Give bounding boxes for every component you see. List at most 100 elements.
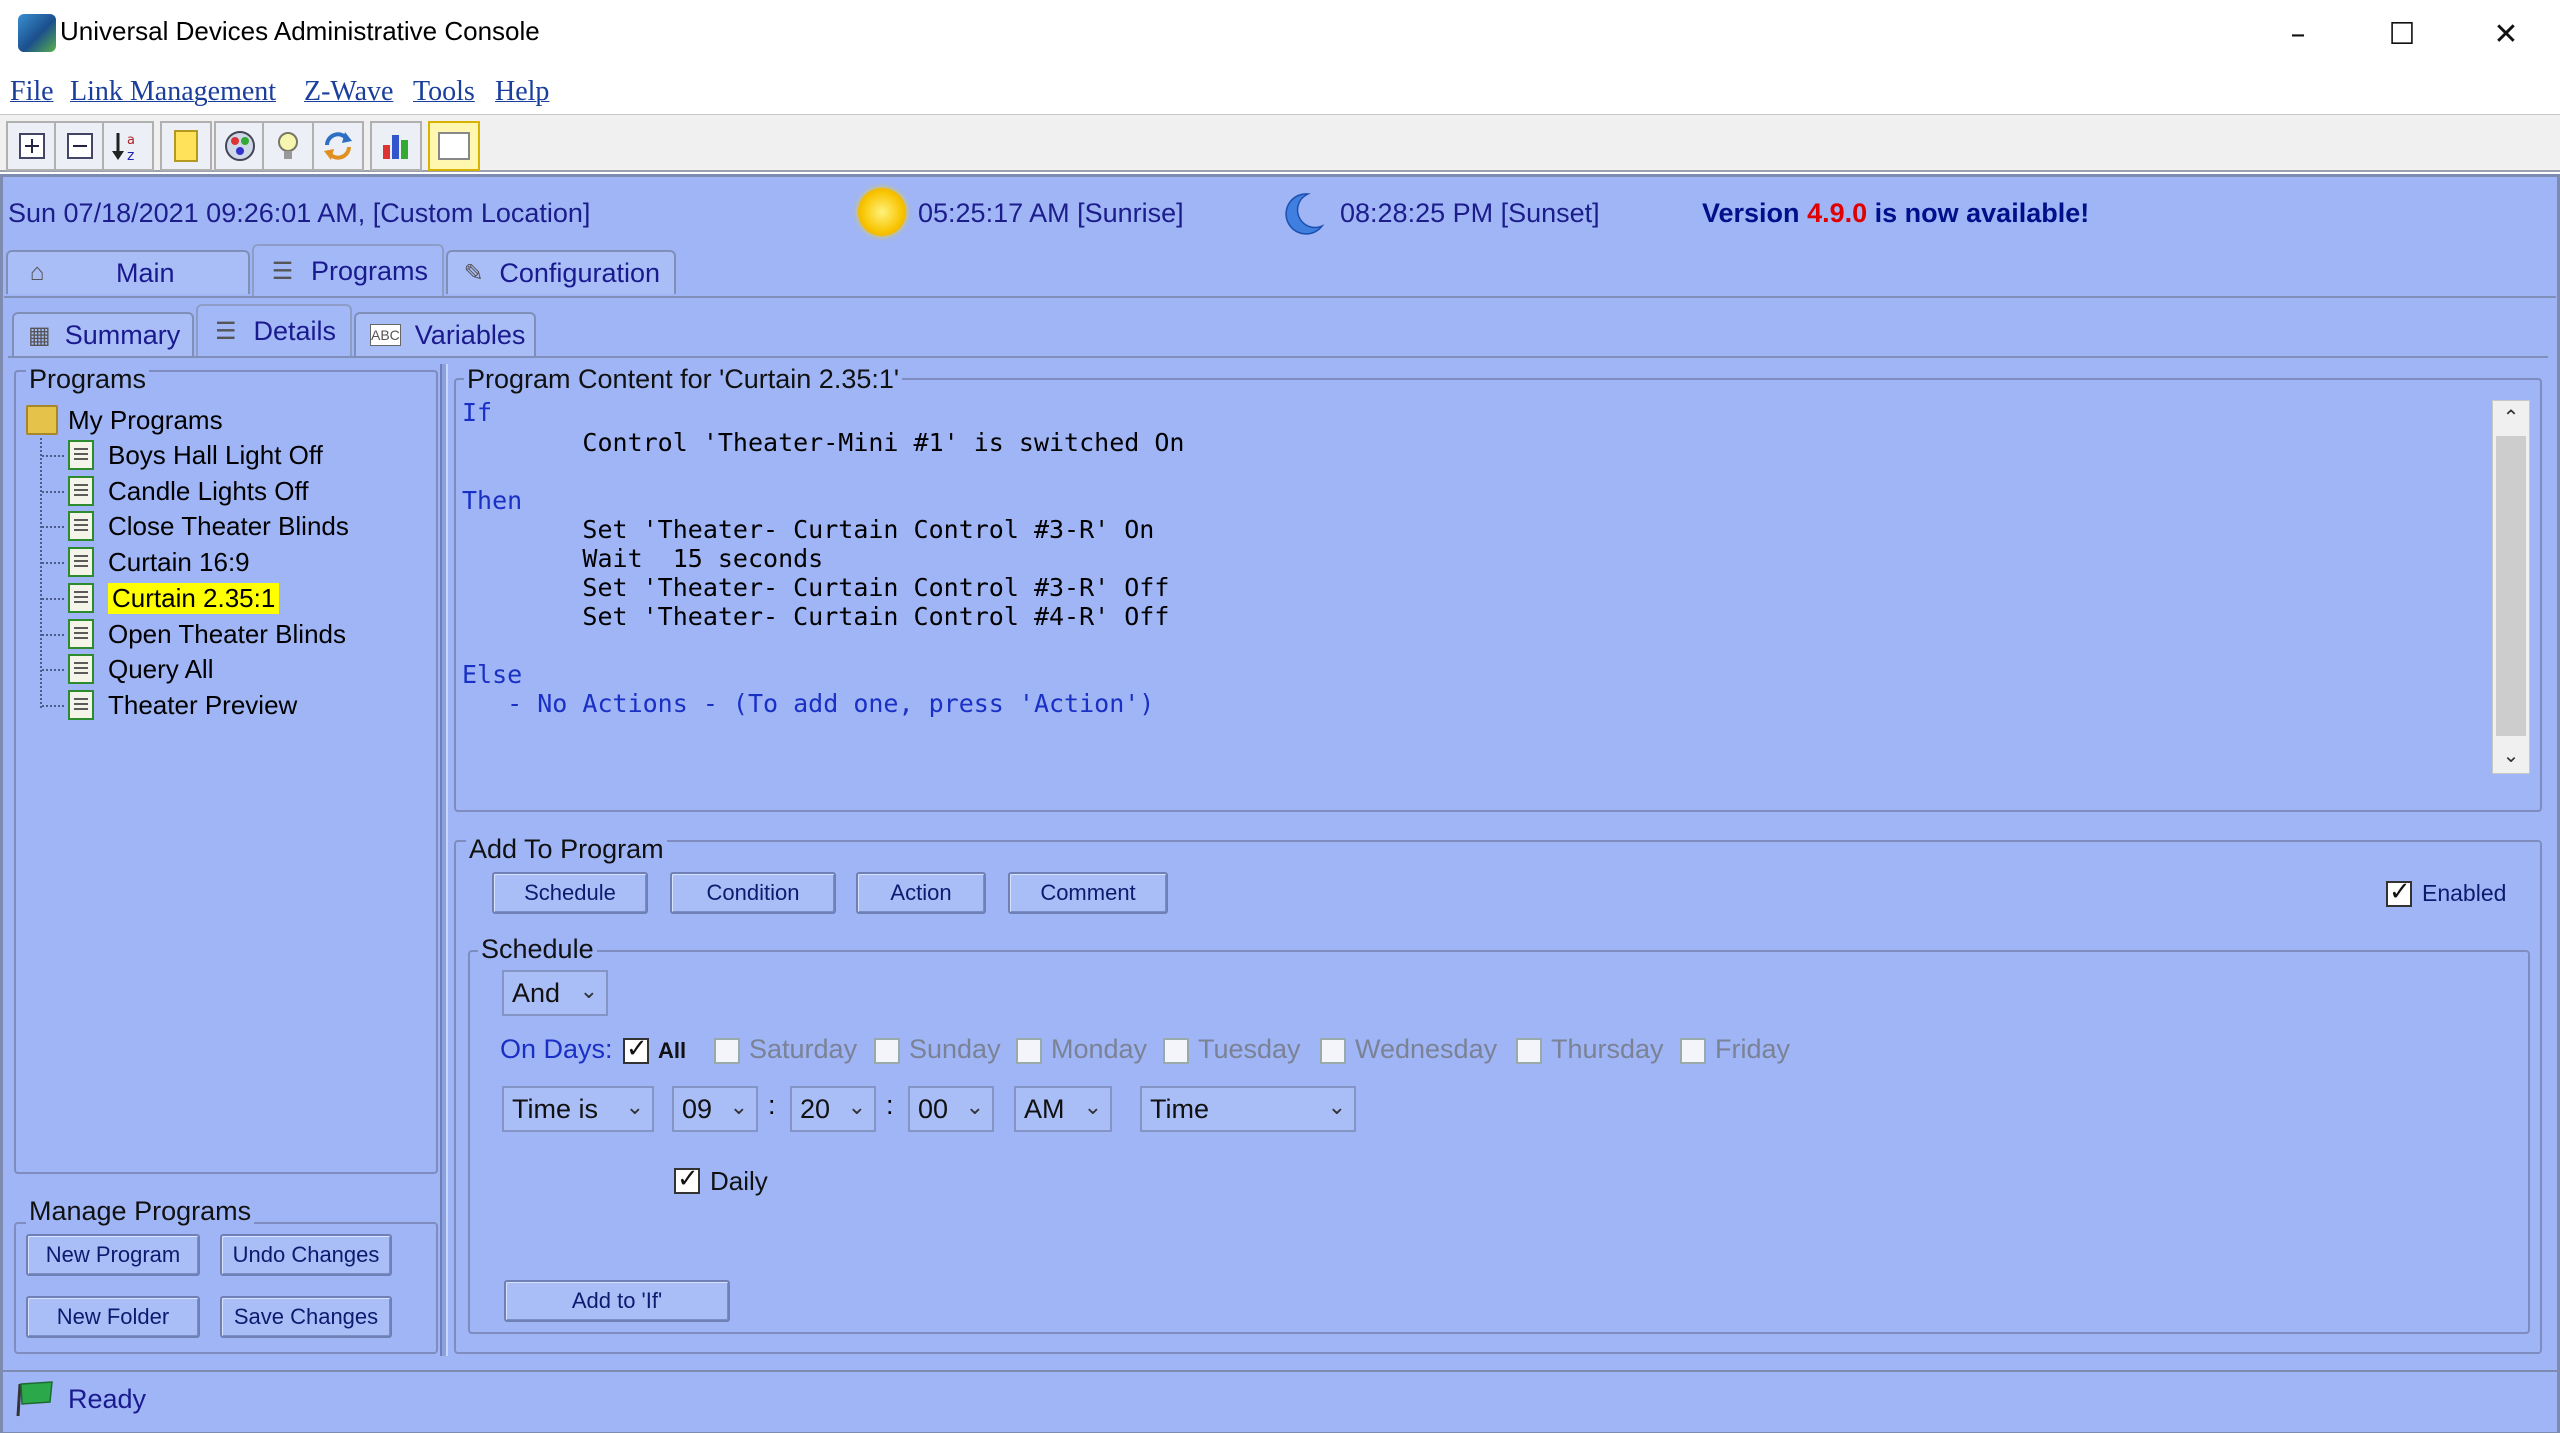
enabled-label: Enabled xyxy=(2422,880,2507,906)
current-datetime: Sun 07/18/2021 09:26:01 AM, [Custom Loca… xyxy=(8,198,591,228)
code-action-line: Wait 15 seconds xyxy=(462,544,824,573)
program-icon xyxy=(68,654,94,684)
minute-select[interactable]: 20 ⌄ xyxy=(790,1086,876,1132)
status-bar xyxy=(3,1370,2557,1432)
menu-help[interactable]: Help xyxy=(495,76,549,108)
add-condition-button[interactable]: Condition xyxy=(670,872,836,914)
tab-details[interactable]: ☰ Details xyxy=(196,304,352,356)
monday-label: Monday xyxy=(1051,1034,1148,1064)
sunday-checkbox[interactable] xyxy=(874,1038,900,1064)
chevron-down-icon: ⌄ xyxy=(847,1094,866,1119)
panel-splitter[interactable] xyxy=(440,364,448,1356)
tree-connector xyxy=(42,526,64,528)
tree-folder-my-programs[interactable]: My Programs xyxy=(26,403,223,437)
program-icon xyxy=(68,547,94,577)
thursday-checkbox[interactable] xyxy=(1516,1038,1542,1064)
sun-icon xyxy=(858,188,906,236)
scroll-down-icon[interactable]: ⌄ xyxy=(2498,742,2524,768)
tab-variables[interactable]: ABC Variables xyxy=(354,312,536,356)
scrollbar-thumb[interactable] xyxy=(2496,436,2526,736)
program-icon xyxy=(68,583,94,613)
minimize-button[interactable]: – xyxy=(2246,0,2350,68)
all-days-label: All xyxy=(658,1038,687,1063)
tree-item[interactable]: Close Theater Blinds xyxy=(68,509,349,543)
ampm-select[interactable]: AM ⌄ xyxy=(1014,1086,1112,1132)
tab-configuration[interactable]: ✎ Configuration xyxy=(446,250,676,294)
note-icon[interactable] xyxy=(160,121,212,171)
new-program-button[interactable]: New Program xyxy=(26,1234,200,1276)
tree-connector xyxy=(42,562,64,564)
logic-select[interactable]: And ⌄ xyxy=(502,970,608,1016)
sunrise-time: 05:25:17 AM [Sunrise] xyxy=(918,198,1184,228)
add-action-button[interactable]: Action xyxy=(856,872,986,914)
tree-item[interactable]: Curtain 16:9 xyxy=(68,545,250,579)
time-mode-select[interactable]: Time is ⌄ xyxy=(502,1086,654,1132)
monday-checkbox[interactable] xyxy=(1016,1038,1042,1064)
tab-configuration-label: Configuration xyxy=(499,257,660,288)
manage-programs-label: Manage Programs xyxy=(26,1196,255,1227)
program-icon xyxy=(68,476,94,506)
maximize-button[interactable]: ☐ xyxy=(2350,0,2454,68)
menu-bar: File Link Management Z-Wave Tools Help xyxy=(0,70,2560,114)
tab-main-label: Main xyxy=(116,257,175,288)
menu-link-management[interactable]: Link Management xyxy=(70,76,276,108)
tab-summary[interactable]: ▦ Summary xyxy=(12,312,194,356)
time-type-select[interactable]: Time ⌄ xyxy=(1140,1086,1356,1132)
add-comment-button[interactable]: Comment xyxy=(1008,872,1168,914)
tree-connector xyxy=(42,491,64,493)
tree-item-selected[interactable]: Curtain 2.35:1 xyxy=(68,581,280,615)
tree-item[interactable]: Query All xyxy=(68,652,214,686)
version-notice[interactable]: Version 4.9.0 is now available! xyxy=(1702,198,2089,229)
menu-tools[interactable]: Tools xyxy=(413,76,475,108)
undo-changes-button[interactable]: Undo Changes xyxy=(220,1234,392,1276)
chevron-down-icon: ⌄ xyxy=(1083,1094,1102,1119)
hour-select[interactable]: 09 ⌄ xyxy=(672,1086,758,1132)
expand-all-icon[interactable] xyxy=(6,121,58,171)
tree-item[interactable]: Candle Lights Off xyxy=(68,474,308,508)
tree-item[interactable]: Boys Hall Light Off xyxy=(68,438,323,472)
menu-z-wave[interactable]: Z-Wave xyxy=(304,76,393,108)
code-action-line: Set 'Theater- Curtain Control #4-R' Off xyxy=(462,602,1170,631)
close-button[interactable]: ✕ xyxy=(2454,0,2558,68)
blank-panel-icon[interactable] xyxy=(428,121,480,171)
program-icon xyxy=(68,619,94,649)
table-icon: ▦ xyxy=(28,321,51,349)
tree-item[interactable]: Theater Preview xyxy=(68,688,297,722)
lightbulb-icon[interactable] xyxy=(262,121,314,171)
saturday-checkbox[interactable] xyxy=(714,1038,740,1064)
wednesday-label: Wednesday xyxy=(1355,1034,1498,1064)
tree-connector xyxy=(42,634,64,636)
scroll-up-icon[interactable]: ⌃ xyxy=(2498,404,2524,430)
save-changes-button[interactable]: Save Changes xyxy=(220,1296,392,1338)
sunday-label: Sunday xyxy=(909,1034,1001,1064)
friday-checkbox[interactable] xyxy=(1680,1038,1706,1064)
add-schedule-button[interactable]: Schedule xyxy=(492,872,648,914)
tab-main[interactable]: ⌂ Main xyxy=(6,250,250,294)
chart-icon[interactable] xyxy=(370,121,422,171)
collapse-all-icon[interactable] xyxy=(54,121,106,171)
daily-checkbox[interactable] xyxy=(674,1164,700,1194)
wednesday-checkbox[interactable] xyxy=(1320,1038,1346,1064)
tree-connector xyxy=(42,455,64,457)
new-folder-button[interactable]: New Folder xyxy=(26,1296,200,1338)
tuesday-label: Tuesday xyxy=(1198,1034,1301,1064)
menu-file[interactable]: File xyxy=(10,76,54,108)
add-to-if-button[interactable]: Add to 'If' xyxy=(504,1280,730,1322)
scenes-icon[interactable] xyxy=(214,121,266,171)
svg-text:z: z xyxy=(127,148,134,163)
second-select[interactable]: 00 ⌄ xyxy=(908,1086,994,1132)
all-days-checkbox[interactable] xyxy=(623,1034,649,1064)
sort-az-icon[interactable]: az xyxy=(102,121,154,171)
refresh-icon[interactable] xyxy=(312,121,364,171)
document-icon: ☰ xyxy=(214,317,237,345)
enabled-checkbox[interactable] xyxy=(2386,877,2412,907)
document-icon: ☰ xyxy=(271,257,294,285)
tree-item[interactable]: Open Theater Blinds xyxy=(68,617,346,651)
tuesday-checkbox[interactable] xyxy=(1163,1038,1189,1064)
svg-text:a: a xyxy=(127,133,135,148)
schedule-label: Schedule xyxy=(478,934,597,965)
program-content-label: Program Content for 'Curtain 2.35:1' xyxy=(464,364,903,395)
tree-guide-line xyxy=(40,438,42,708)
subtab-divider xyxy=(8,356,2548,358)
tab-programs[interactable]: ☰ Programs xyxy=(252,244,444,296)
